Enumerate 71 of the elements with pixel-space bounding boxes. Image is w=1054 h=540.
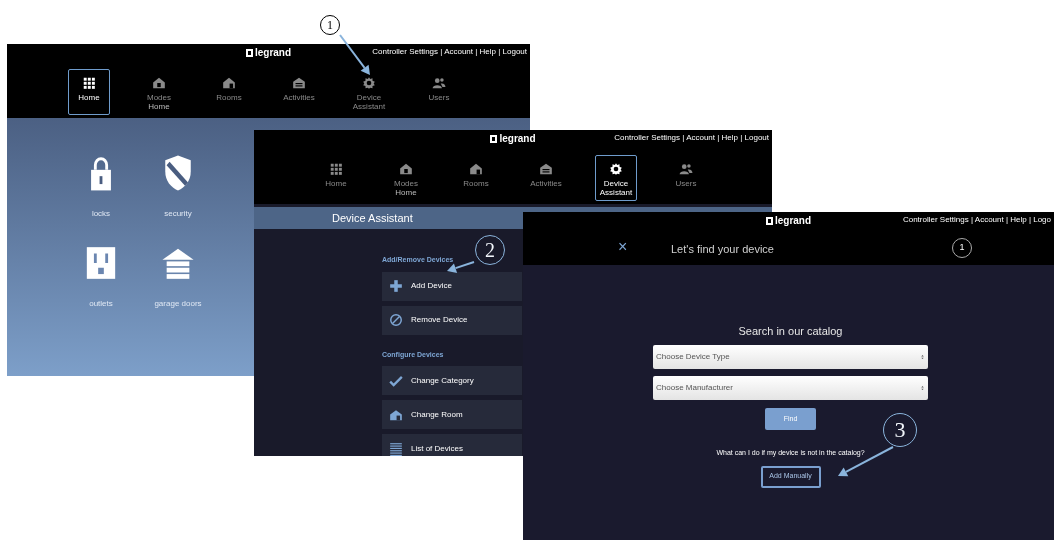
section-heading: Search in our catalog — [738, 325, 843, 338]
nav-label: Rooms — [463, 179, 489, 188]
nav-label: Modes — [147, 93, 171, 102]
updown-arrow-icon — [920, 353, 925, 361]
nav-label: Device Assistant — [598, 179, 634, 197]
nav-tab[interactable]: Home — [315, 155, 357, 201]
dropdown-placeholder: Choose Device Type — [656, 351, 730, 363]
logo-text: legrand — [774, 216, 812, 226]
nav-tab[interactable]: Modes Home — [385, 155, 427, 201]
nav-sublabel: Home — [395, 188, 417, 197]
page-title: Device Assistant — [332, 210, 413, 226]
menu-item[interactable]: Add Device — [382, 271, 522, 301]
list-icon — [389, 441, 403, 456]
house-icon — [399, 162, 413, 176]
garage-icon — [292, 76, 306, 90]
nav-label: Home — [78, 93, 100, 102]
logo-text: legrand — [254, 48, 292, 58]
nav-label: Users — [428, 93, 450, 102]
page-title: Let's find your device — [671, 242, 774, 257]
dropdown-field[interactable]: Choose Device Type — [653, 345, 928, 369]
nav-tab[interactable]: Users — [665, 155, 707, 201]
nav-tab[interactable]: Device Assistant — [595, 155, 637, 201]
callout-arrow — [447, 261, 475, 273]
nav-tab[interactable]: Activities — [278, 69, 320, 115]
plus-icon — [389, 279, 403, 293]
callout-arrow — [339, 34, 370, 75]
menu-item[interactable]: Change Category — [382, 366, 522, 395]
gear-icon — [609, 162, 623, 176]
prohibited-icon — [389, 313, 403, 327]
people-icon — [432, 76, 446, 90]
nav-tab[interactable]: Activities — [525, 155, 567, 201]
dropdown-placeholder: Choose Manufacturer — [656, 382, 733, 394]
nav-label: Home — [325, 179, 347, 188]
nav-tab[interactable]: Rooms — [208, 69, 250, 115]
people-icon — [679, 162, 693, 176]
header-links[interactable]: Controller Settings | Account | Help | Logo — [902, 216, 1051, 224]
tile-label[interactable]: security — [164, 208, 192, 220]
menu-item[interactable]: List of Devices — [382, 434, 522, 456]
menu-item[interactable]: Change Room — [382, 400, 522, 429]
callout-number: 1 — [320, 15, 340, 35]
gear-icon — [362, 76, 376, 90]
nav-label: Rooms — [216, 93, 242, 102]
menu-item[interactable]: Remove Device — [382, 305, 522, 335]
nav-tab[interactable]: Home — [68, 69, 110, 115]
nav-label: Device Assistant — [351, 93, 387, 111]
house-icon — [469, 162, 483, 176]
nav-tab[interactable]: Users — [418, 69, 460, 115]
outlet-icon — [84, 244, 118, 282]
logo-text: legrand — [499, 134, 536, 144]
close-button[interactable]: × — [618, 238, 628, 256]
grid-icon — [82, 76, 96, 90]
updown-arrow-icon — [920, 384, 925, 392]
header-links[interactable]: Controller Settings | Account | Help | Logout — [372, 48, 527, 56]
logo-mark — [245, 49, 253, 57]
header-links[interactable]: Controller Settings | Account | Help | Logout — [614, 134, 769, 142]
nav-tab[interactable]: Rooms — [455, 155, 497, 201]
logo-mark — [765, 217, 773, 225]
grid-icon — [329, 162, 343, 176]
nav-label: Activities — [530, 179, 562, 188]
nav-label: Users — [675, 179, 697, 188]
logo-mark — [490, 135, 498, 143]
house-icon — [222, 76, 236, 90]
nav-tab[interactable]: Modes Home — [138, 69, 180, 115]
nav-label: Modes — [394, 179, 418, 188]
callout-arrow — [838, 446, 894, 477]
nav-sublabel: Home — [148, 102, 170, 111]
tile-label[interactable]: locks — [91, 208, 111, 220]
dropdown-field[interactable]: Choose Manufacturer — [653, 376, 928, 400]
nav-label: Activities — [283, 93, 315, 102]
garage-icon — [539, 162, 553, 176]
house-icon — [152, 76, 166, 90]
